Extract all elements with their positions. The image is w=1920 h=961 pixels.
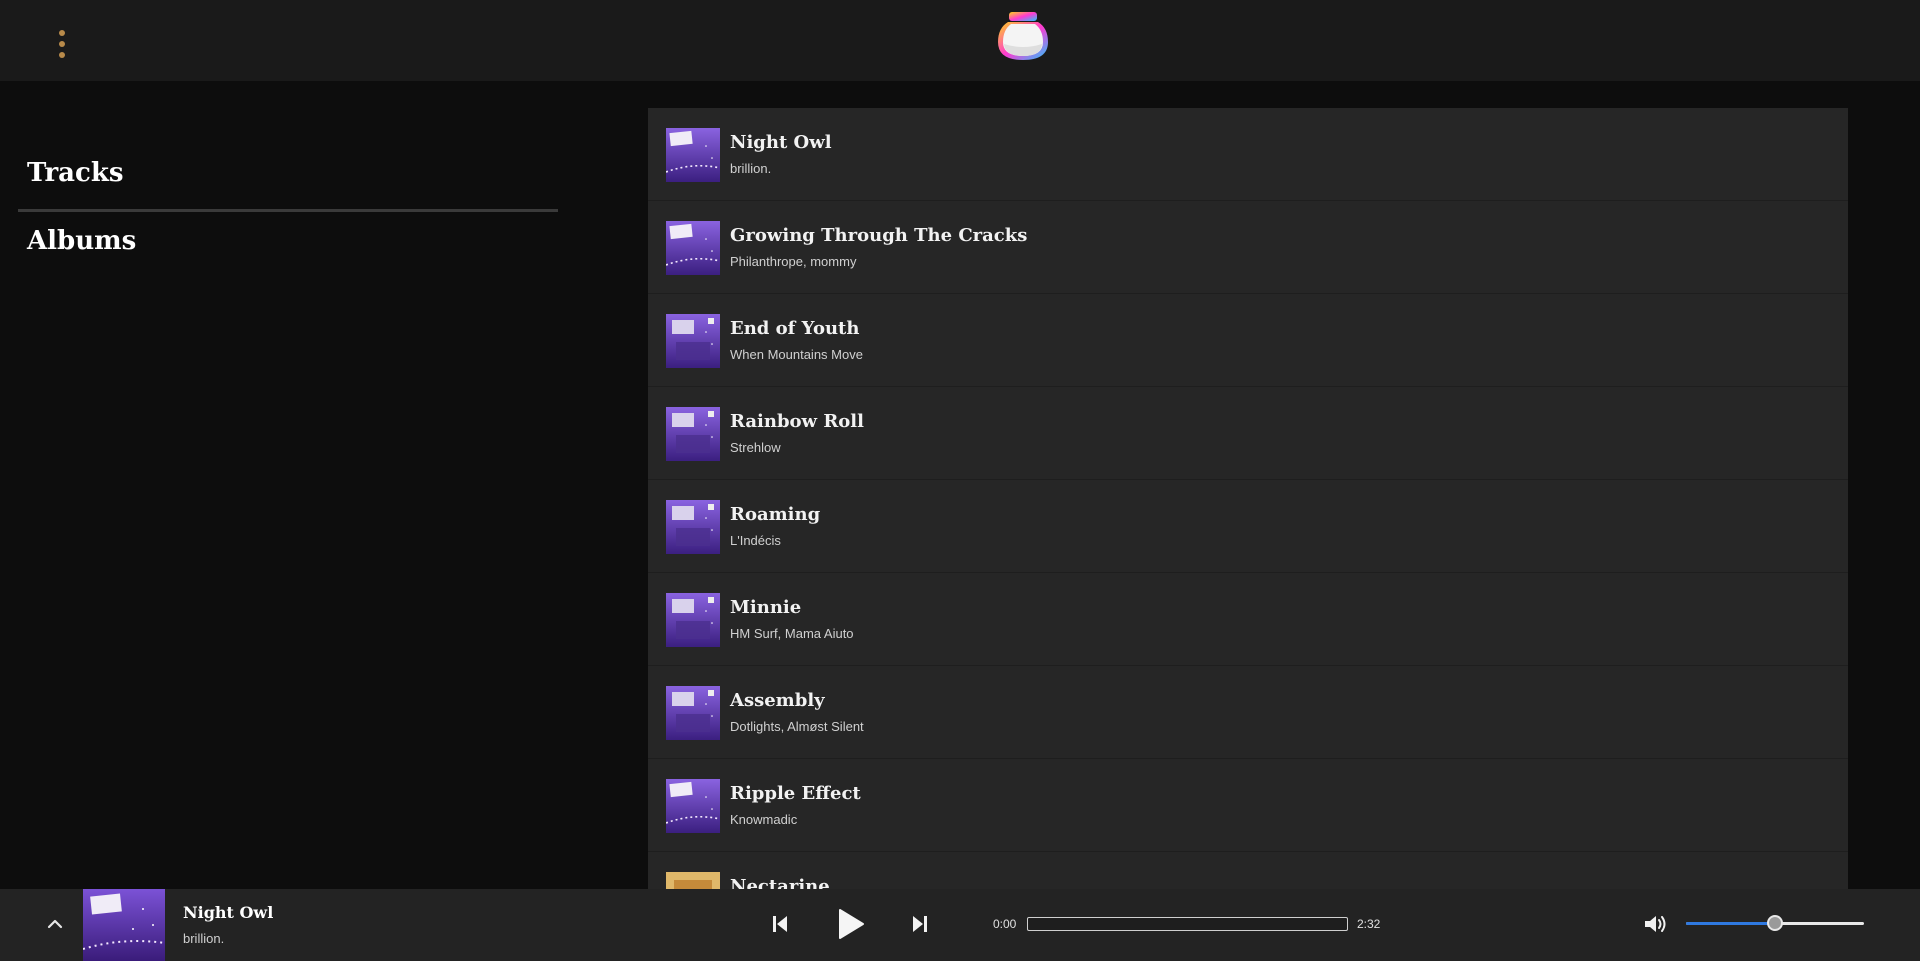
- sidebar-item-albums[interactable]: Albums: [27, 226, 136, 256]
- track-title: Rainbow Roll: [730, 411, 864, 432]
- track-row[interactable]: End of Youth When Mountains Move: [648, 294, 1848, 387]
- track-album-art: [666, 407, 720, 461]
- track-row[interactable]: Growing Through The Cracks Philanthrope, …: [648, 201, 1848, 294]
- track-title: Growing Through The Cracks: [730, 225, 1028, 246]
- player-bar: Night Owl brillion. 0:00 2:32: [0, 889, 1920, 961]
- volume-fill: [1686, 922, 1775, 925]
- track-artist: L'Indécis: [730, 533, 781, 548]
- current-time: 0:00: [993, 917, 1017, 931]
- chevron-up-icon[interactable]: [44, 913, 66, 935]
- track-title: Nectarine: [730, 876, 830, 889]
- track-album-art: [666, 593, 720, 647]
- track-row[interactable]: Roaming L'Indécis: [648, 480, 1848, 573]
- track-album-art: [666, 779, 720, 833]
- track-album-art: [666, 686, 720, 740]
- volume-slider[interactable]: [1686, 915, 1864, 931]
- progress-bar[interactable]: [1027, 917, 1348, 931]
- top-header: [0, 0, 1920, 81]
- more-vertical-icon[interactable]: [52, 30, 72, 70]
- track-artist: When Mountains Move: [730, 347, 863, 362]
- track-row[interactable]: Assembly Dotlights, Almøst Silent: [648, 666, 1848, 759]
- track-row[interactable]: Rainbow Roll Strehlow: [648, 387, 1848, 480]
- track-album-art: [666, 128, 720, 182]
- now-playing-title: Night Owl: [183, 903, 274, 922]
- track-title: Assembly: [730, 690, 825, 711]
- volume-icon[interactable]: [1643, 913, 1669, 935]
- duration: 2:32: [1357, 917, 1381, 931]
- track-row[interactable]: Ripple Effect Knowmadic: [648, 759, 1848, 852]
- track-album-art: [666, 221, 720, 275]
- track-title: Night Owl: [730, 132, 832, 153]
- now-playing-album-art[interactable]: [83, 889, 165, 961]
- now-playing-artist: brillion.: [183, 931, 225, 946]
- track-row[interactable]: Minnie HM Surf, Mama Aiuto: [648, 573, 1848, 666]
- skip-previous-icon[interactable]: [770, 913, 790, 935]
- track-artist: Strehlow: [730, 440, 781, 455]
- play-icon[interactable]: [834, 907, 866, 941]
- track-album-art: [666, 314, 720, 368]
- track-artist: brillion.: [730, 161, 772, 176]
- track-row[interactable]: Night Owl brillion.: [648, 108, 1848, 201]
- volume-thumb[interactable]: [1767, 915, 1783, 931]
- track-artist: Philanthrope, mommy: [730, 254, 857, 269]
- track-artist: HM Surf, Mama Aiuto: [730, 626, 854, 641]
- sidebar: Tracks Albums: [0, 81, 580, 889]
- track-row[interactable]: Nectarine: [648, 852, 1848, 889]
- track-title: Minnie: [730, 597, 802, 618]
- jar-logo-icon[interactable]: [996, 10, 1050, 62]
- track-artist: Knowmadic: [730, 812, 798, 827]
- skip-next-icon[interactable]: [910, 913, 930, 935]
- track-artist: Dotlights, Almøst Silent: [730, 719, 864, 734]
- track-title: Roaming: [730, 504, 821, 525]
- sidebar-divider: [18, 209, 558, 212]
- track-album-art: [666, 872, 720, 889]
- sidebar-item-tracks[interactable]: Tracks: [27, 158, 123, 188]
- track-list: Night Owl brillion. Growing Through The Cr…: [648, 108, 1848, 889]
- track-album-art: [666, 500, 720, 554]
- track-title: End of Youth: [730, 318, 860, 339]
- track-title: Ripple Effect: [730, 783, 861, 804]
